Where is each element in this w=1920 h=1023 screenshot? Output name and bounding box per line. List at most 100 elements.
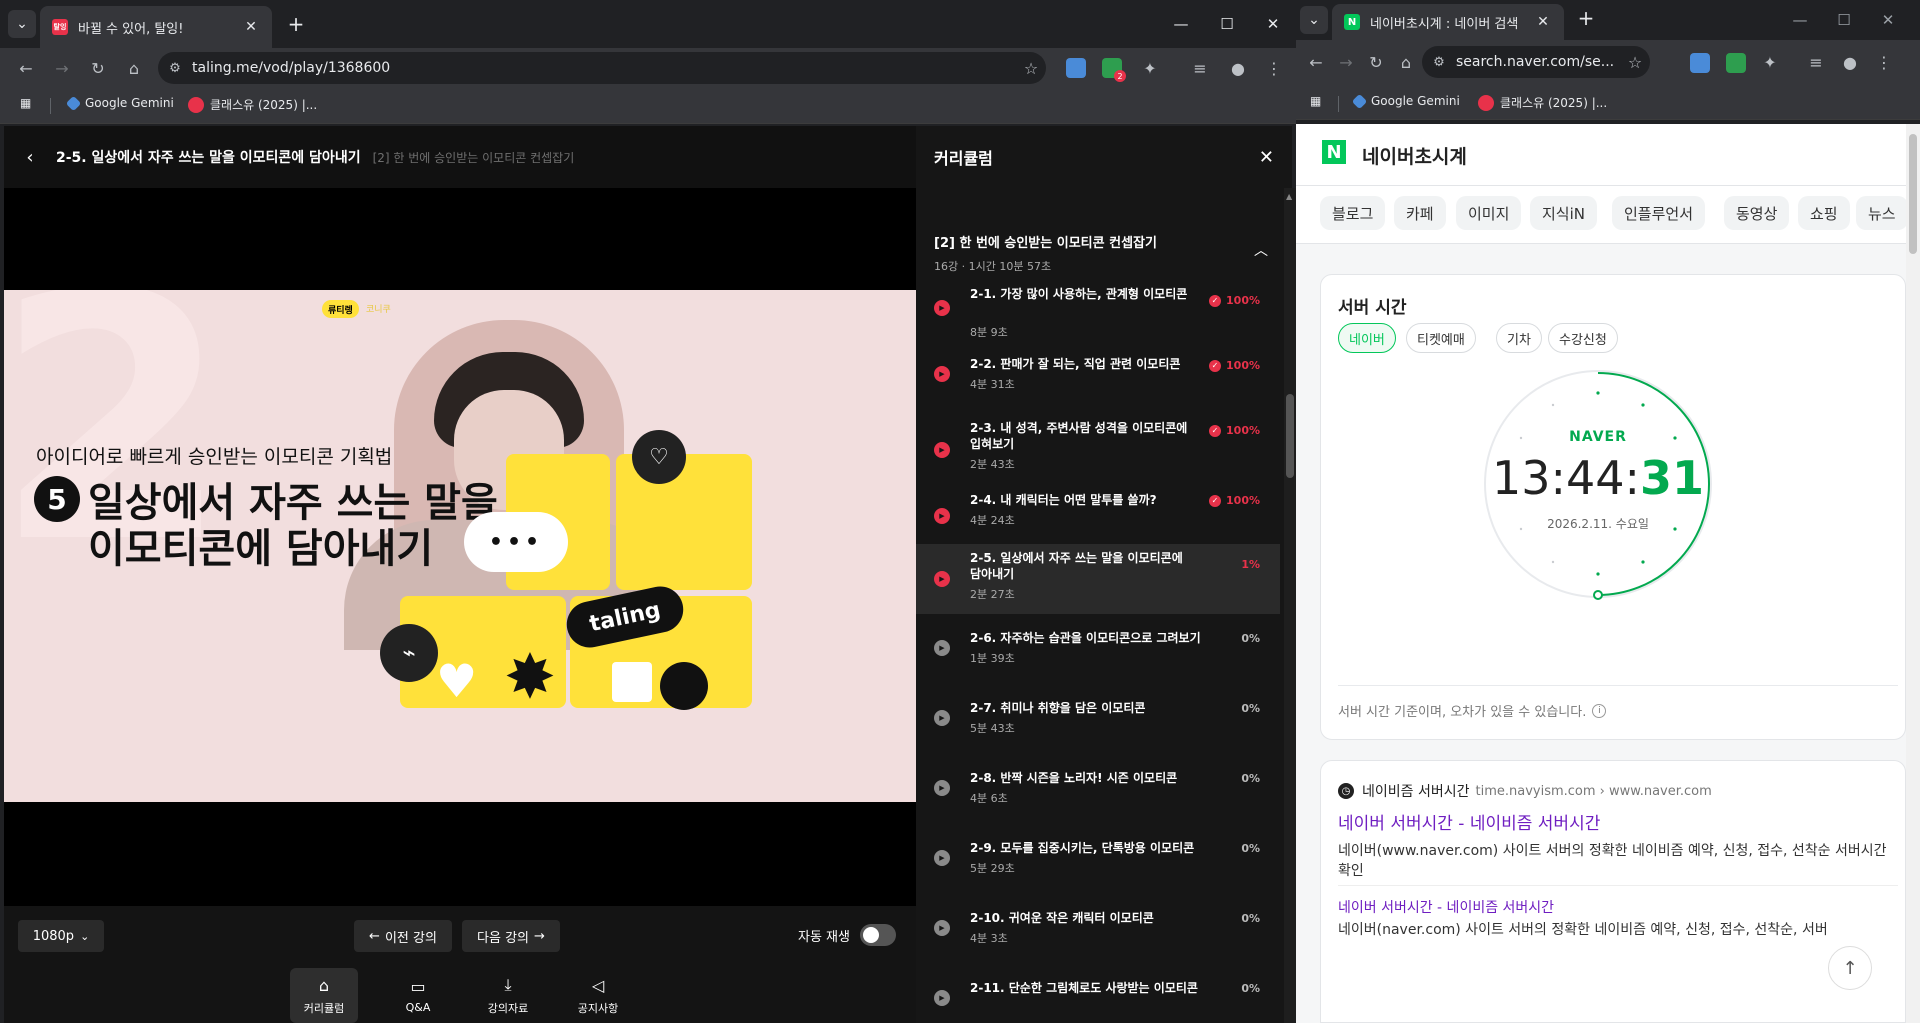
sub-result-link[interactable]: 네이버 서버시간 - 네이비즘 서버시간 — [1338, 897, 1554, 917]
site-info-icon[interactable]: ⚙ — [158, 61, 192, 76]
close-panel-icon[interactable]: ✕ — [1259, 147, 1274, 168]
subtab-ticket[interactable]: 티켓예매 — [1406, 323, 1476, 353]
bookmark-gemini[interactable]: Google Gemini — [65, 95, 174, 111]
star-burst-icon: ✸ — [504, 640, 556, 713]
tab-kin[interactable]: 지식iN — [1530, 196, 1597, 230]
extension-badge-icon[interactable]: 2 — [1102, 58, 1126, 82]
minimize-icon[interactable]: — — [1158, 10, 1204, 38]
bookmark-classu[interactable]: 클래스유 (2025) |... — [1478, 94, 1607, 111]
extension-icon[interactable] — [1690, 53, 1710, 73]
info-icon[interactable]: i — [1592, 703, 1607, 718]
video-frame[interactable]: 2 류티렝 코니쿠 아이디어로 빠르게 승인받는 이모티콘 기획법 5 일상에서… — [4, 290, 916, 802]
subtab-course[interactable]: 수강신청 — [1548, 323, 1618, 353]
curriculum-scrollbar[interactable]: ▲ — [1284, 188, 1296, 1023]
home-icon[interactable]: ⌂ — [1394, 50, 1418, 74]
new-tab-icon[interactable]: + — [284, 12, 308, 36]
quality-select[interactable]: 1080p ⌄ — [18, 920, 104, 952]
media-icon[interactable]: ≡ — [1188, 56, 1212, 80]
curriculum-item[interactable]: ▶ 2-10. 귀여운 작은 캐릭터 이모티콘 4분 3초 0% — [916, 894, 1280, 964]
bookmark-classu[interactable]: 클래스유 (2025) |... — [188, 96, 317, 113]
chevron-up-icon[interactable]: ︿ — [1254, 240, 1268, 260]
bookmark-gemini[interactable]: Google Gemini — [1351, 93, 1460, 109]
profile-icon[interactable]: ● — [1226, 56, 1250, 80]
curriculum-item[interactable]: ▶ 2-11. 단순한 그림체로도 사랑받는 이모티콘 0% — [916, 964, 1280, 1023]
media-icon[interactable]: ≡ — [1804, 50, 1828, 74]
tab-blog[interactable]: 블로그 — [1320, 196, 1386, 230]
curriculum-item[interactable]: ▶ 2-9. 모두를 집중시키는, 단톡방용 이모티콘 5분 29초 0% — [916, 824, 1280, 894]
new-tab-icon[interactable]: + — [1574, 6, 1598, 30]
subtab-train[interactable]: 기차 — [1496, 323, 1542, 353]
browser-window-naver: ⌄ N 네이버초시계 : 네이버 검색 ✕ + — ☐ ✕ ← → ↻ ⌂ ⚙ … — [1296, 0, 1920, 1023]
curriculum-item[interactable]: ▶ 2-6. 자주하는 습관을 이모티콘으로 그려보기 1분 39초 0% — [916, 614, 1280, 684]
back-icon[interactable]: ← — [1304, 50, 1328, 74]
extension-icon[interactable] — [1066, 58, 1086, 78]
nav-curriculum[interactable]: ⌂ 커리큘럼 — [290, 968, 358, 1023]
apps-grid-icon[interactable]: ▦ — [20, 96, 31, 110]
scrollbar-thumb[interactable] — [1286, 394, 1294, 478]
forward-icon[interactable]: → — [50, 56, 74, 80]
maximize-icon[interactable]: ☐ — [1204, 10, 1250, 38]
bookmark-star-icon[interactable]: ☆ — [1016, 59, 1046, 78]
autoplay-toggle[interactable] — [860, 924, 896, 946]
play-icon: ▶ — [934, 508, 950, 524]
tab-search-icon[interactable]: ⌄ — [8, 10, 36, 38]
tab-video[interactable]: 동영상 — [1724, 196, 1790, 230]
naver-logo-icon[interactable]: N — [1322, 140, 1346, 164]
page-scrollbar-thumb[interactable] — [1909, 134, 1917, 254]
curriculum-item[interactable]: ▶ 2-1. 가장 많이 사용하는, 관계형 이모티콘 8분 9초 ✓ 100% — [916, 276, 1280, 346]
tab-taling[interactable]: 탈잉 바뀔 수 있어, 탈잉! ✕ — [40, 6, 272, 48]
play-icon: ▶ — [934, 780, 950, 796]
nav-materials[interactable]: ⤓ 강의자료 — [474, 968, 542, 1023]
close-window-icon[interactable]: ✕ — [1868, 6, 1908, 34]
reload-icon[interactable]: ↻ — [86, 56, 110, 80]
tab-image[interactable]: 이미지 — [1456, 196, 1522, 230]
home-icon[interactable]: ⌂ — [122, 56, 146, 80]
tab-close-icon[interactable]: ✕ — [1534, 14, 1552, 30]
subtab-naver[interactable]: 네이버 — [1338, 323, 1396, 353]
tab-naver[interactable]: N 네이버초시계 : 네이버 검색 ✕ — [1332, 4, 1564, 40]
address-url[interactable]: taling.me/vod/play/1368600 — [192, 60, 1016, 76]
curriculum-item[interactable]: ▶ 2-2. 판매가 잘 되는, 직업 관련 이모티콘 4분 31초 ✓ 100% — [916, 346, 1280, 416]
maximize-icon[interactable]: ☐ — [1824, 6, 1864, 34]
curriculum-item[interactable]: ▶ 2-3. 내 성격, 주변사람 성격을 이모티콘에 입혀보기 2분 43초 … — [916, 418, 1280, 488]
tab-cafe[interactable]: 카페 — [1394, 196, 1446, 230]
nav-qna[interactable]: ▭ Q&A — [384, 968, 452, 1023]
back-arrow-icon[interactable]: ‹ — [4, 147, 56, 168]
profile-icon[interactable]: ● — [1838, 50, 1862, 74]
result-source[interactable]: ◷ 네이비즘 서버시간 time.navyism.com › www.naver… — [1338, 781, 1712, 801]
close-window-icon[interactable]: ✕ — [1250, 10, 1296, 38]
reload-icon[interactable]: ↻ — [1364, 50, 1388, 74]
address-bar[interactable]: ⚙ taling.me/vod/play/1368600 ☆ — [158, 52, 1046, 84]
curriculum-item[interactable]: ▶ 2-7. 취미나 취향을 담은 이모티콘 5분 43초 0% — [916, 684, 1280, 754]
extensions-puzzle-icon[interactable]: ✦ — [1138, 56, 1162, 80]
next-lecture-button[interactable]: 다음 강의 → — [462, 920, 560, 952]
tab-influencer[interactable]: 인플루언서 — [1612, 196, 1706, 230]
back-icon[interactable]: ← — [14, 56, 38, 80]
minimize-icon[interactable]: — — [1780, 6, 1820, 34]
tab-search-icon[interactable]: ⌄ — [1300, 6, 1328, 34]
site-info-icon[interactable]: ⚙ — [1422, 55, 1456, 70]
menu-icon[interactable]: ⋮ — [1262, 56, 1286, 80]
scroll-top-icon[interactable]: ↑ — [1828, 946, 1872, 990]
curriculum-section[interactable]: [2] 한 번에 승인받는 이모티콘 컨셉잡기 16강 · 1시간 10분 57… — [934, 232, 1274, 274]
lecture-title: 2-5. 일상에서 자주 쓰는 말을 이모티콘에 담아내기 — [56, 150, 361, 166]
extension-icon-2[interactable] — [1726, 53, 1746, 73]
result-title-link[interactable]: 네이버 서버시간 - 네이비즘 서버시간 — [1338, 809, 1600, 834]
tab-close-icon[interactable]: ✕ — [242, 19, 260, 35]
extensions-puzzle-icon[interactable]: ✦ — [1758, 50, 1782, 74]
forward-icon[interactable]: → — [1334, 50, 1358, 74]
scroll-up-icon[interactable]: ▲ — [1286, 192, 1292, 201]
curriculum-item-current[interactable]: ▶ 2-5. 일상에서 자주 쓰는 말을 이모티콘에 담아내기 2분 27초 1… — [916, 544, 1280, 614]
prev-lecture-button[interactable]: ← 이전 강의 — [354, 920, 452, 952]
curriculum-item[interactable]: ▶ 2-8. 반짝 시즌을 노리자! 시즌 이모티콘 4분 6초 0% — [916, 754, 1280, 824]
page-scrollbar[interactable] — [1906, 124, 1920, 1023]
address-url[interactable]: search.naver.com/se... — [1456, 54, 1620, 70]
play-icon: ▶ — [934, 442, 950, 458]
tab-news[interactable]: 뉴스 — [1856, 196, 1908, 230]
nav-notice[interactable]: ◁ 공지사항 — [564, 968, 632, 1023]
bookmark-star-icon[interactable]: ☆ — [1620, 53, 1650, 72]
tab-shopping[interactable]: 쇼핑 — [1798, 196, 1850, 230]
apps-grid-icon[interactable]: ▦ — [1310, 94, 1321, 108]
address-bar[interactable]: ⚙ search.naver.com/se... ☆ — [1422, 46, 1650, 78]
menu-icon[interactable]: ⋮ — [1872, 50, 1896, 74]
